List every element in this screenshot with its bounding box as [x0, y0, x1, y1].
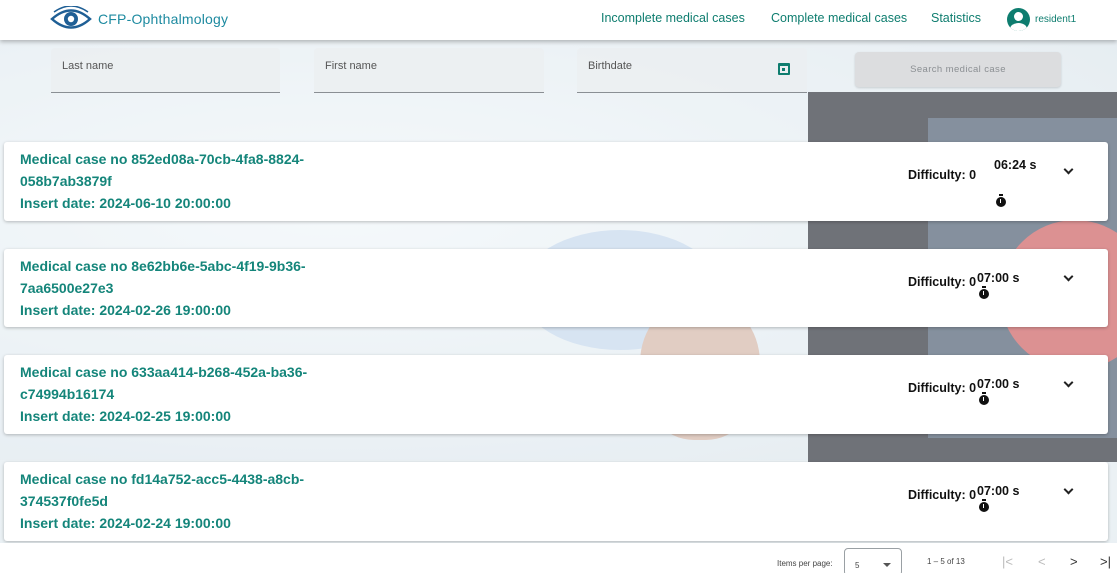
- medical-case-card[interactable]: Medical case no 8e62bb6e-5abc-4f19-9b36-…: [4, 249, 1108, 327]
- case-id-line1: Medical case no 633aa414-b268-452a-ba36-: [20, 364, 308, 380]
- case-insert-date: Insert date: 2024-02-24 19:00:00: [20, 515, 231, 531]
- brand-name: CFP-Ophthalmology: [98, 11, 229, 27]
- chevron-down-icon[interactable]: [1063, 484, 1074, 495]
- last-name-label: Last name: [62, 60, 114, 72]
- first-page-button[interactable]: |<: [1002, 554, 1013, 569]
- app-logo[interactable]: CFP-Ophthalmology: [50, 6, 228, 32]
- page-size-select[interactable]: 5: [844, 548, 902, 573]
- case-id-line1: Medical case no 8e62bb6e-5abc-4f19-9b36-: [20, 258, 306, 274]
- user-name: resident1: [1035, 14, 1077, 25]
- case-difficulty: Difficulty: 0: [908, 168, 977, 182]
- case-insert-date: Insert date: 2024-02-25 19:00:00: [20, 408, 231, 424]
- chevron-down-icon[interactable]: [1063, 377, 1074, 388]
- medical-case-card[interactable]: Medical case no 633aa414-b268-452a-ba36-…: [4, 355, 1108, 434]
- case-time: 07:00 s: [977, 377, 1020, 391]
- stopwatch-icon: [979, 286, 989, 299]
- case-time: 06:24 s: [994, 158, 1037, 172]
- dropdown-arrow-icon: [883, 563, 891, 567]
- stopwatch-icon: [996, 194, 1006, 207]
- case-id-line1: Medical case no fd14a752-acc5-4438-a8cb-: [20, 471, 305, 487]
- birthdate-field[interactable]: Birthdate: [577, 48, 807, 93]
- first-name-label: First name: [325, 60, 377, 72]
- calendar-icon[interactable]: [778, 63, 790, 75]
- case-difficulty: Difficulty: 0: [908, 381, 977, 395]
- page-range-label: 1 – 5 of 13: [927, 557, 965, 566]
- stopwatch-icon: [979, 499, 989, 512]
- case-id-line2: c74994b16174: [20, 386, 115, 402]
- birthdate-label: Birthdate: [588, 60, 633, 72]
- nav-complete-cases[interactable]: Complete medical cases: [771, 11, 907, 25]
- case-time: 07:00 s: [977, 484, 1020, 498]
- medical-case-card[interactable]: Medical case no 852ed08a-70cb-4fa8-8824-…: [4, 142, 1108, 221]
- next-page-button[interactable]: >: [1070, 554, 1078, 569]
- case-difficulty: Difficulty: 0: [908, 488, 977, 502]
- chevron-down-icon[interactable]: [1063, 271, 1074, 282]
- nav-statistics[interactable]: Statistics: [931, 11, 981, 25]
- search-medical-case-button[interactable]: Search medical case: [855, 52, 1061, 87]
- first-name-field[interactable]: First name: [314, 48, 544, 93]
- items-per-page-label: Items per page:: [777, 559, 833, 568]
- case-id-line2: 7aa6500e27e3: [20, 280, 114, 296]
- case-insert-date: Insert date: 2024-02-26 19:00:00: [20, 302, 231, 318]
- stopwatch-icon: [979, 392, 989, 405]
- account-circle-icon: [1007, 8, 1030, 31]
- case-time: 07:00 s: [977, 271, 1020, 285]
- nav-incomplete-cases[interactable]: Incomplete medical cases: [601, 11, 745, 25]
- case-id-line1: Medical case no 852ed08a-70cb-4fa8-8824-: [20, 151, 305, 167]
- case-id-line2: 058b7ab3879f: [20, 173, 112, 189]
- chevron-down-icon[interactable]: [1063, 164, 1074, 175]
- last-page-button[interactable]: >|: [1100, 554, 1111, 569]
- previous-page-button[interactable]: <: [1038, 554, 1046, 569]
- paginator: Items per page: 5 1 – 5 of 13 |< < > >|: [0, 543, 1117, 573]
- case-id-line2: 374537f0fe5d: [20, 493, 108, 509]
- case-difficulty: Difficulty: 0: [908, 275, 977, 289]
- medical-case-card[interactable]: Medical case no fd14a752-acc5-4438-a8cb-…: [4, 462, 1108, 541]
- page-size-value: 5: [855, 561, 860, 570]
- last-name-field[interactable]: Last name: [51, 48, 280, 93]
- top-bar: CFP-Ophthalmology Incomplete medical cas…: [0, 0, 1117, 40]
- eye-logo-icon: [50, 6, 92, 29]
- user-menu[interactable]: resident1: [1007, 8, 1076, 31]
- case-insert-date: Insert date: 2024-06-10 20:00:00: [20, 195, 231, 211]
